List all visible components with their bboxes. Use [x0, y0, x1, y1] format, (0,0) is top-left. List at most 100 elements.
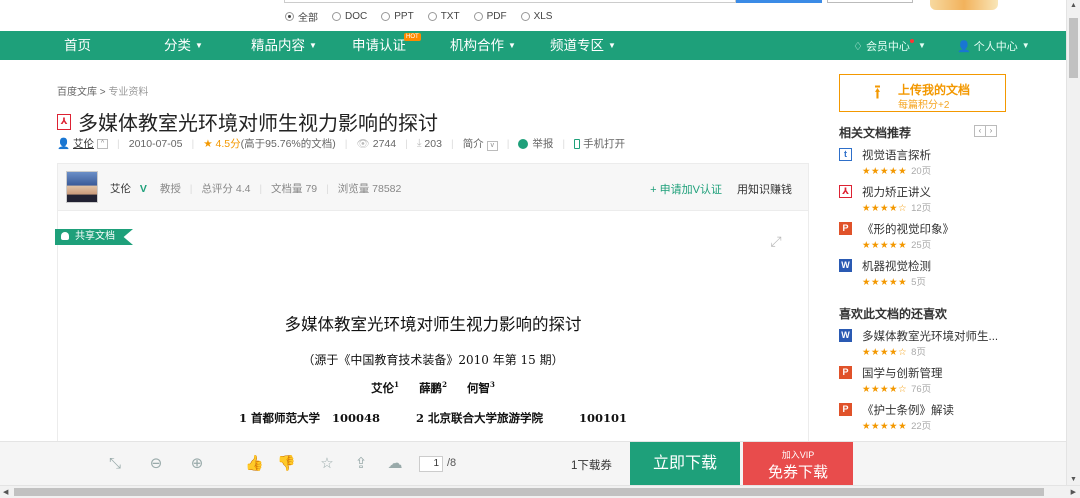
document-source: （源于《中国教育技术装备》2010 年第 15 期）: [302, 353, 564, 367]
nav-partner[interactable]: 机构合作 ▼: [450, 31, 516, 60]
scroll-right-icon[interactable]: ▶: [1071, 488, 1076, 496]
scroll-left-icon[interactable]: ◀: [3, 488, 8, 496]
upload-arrow-icon: ⭱: [874, 82, 881, 104]
breadcrumb-root[interactable]: 百度文库: [57, 87, 97, 98]
user-icon: [61, 232, 69, 240]
vertical-scrollbar[interactable]: ▲ ▼: [1066, 0, 1080, 485]
breadcrumb: 百度文库 > 专业资料: [57, 83, 148, 98]
also-like-heading: 喜欢此文档的还喜欢: [839, 307, 948, 321]
radio-icon[interactable]: [285, 12, 294, 21]
scroll-up-icon[interactable]: ▲: [1070, 2, 1077, 9]
filter-ppt[interactable]: PPT: [381, 9, 414, 24]
word-file-icon: W: [839, 259, 852, 272]
expand-up-icon[interactable]: ^: [97, 138, 108, 149]
verified-v-icon: V: [139, 183, 147, 195]
title-row: ⅄ 多媒体教室光环境对师生视力影响的探讨: [57, 107, 438, 136]
fullscreen-icon[interactable]: ⤢: [768, 233, 784, 249]
radio-icon[interactable]: [473, 12, 483, 21]
radio-icon[interactable]: [381, 12, 391, 21]
author-name[interactable]: 艾伦: [110, 183, 131, 195]
main-nav: 首页 分类 ▼ 精品内容 ▼ 申请认证 HOT 机构合作 ▼ 频道专区 ▼ ♢ 会员中心 ▼…: [0, 31, 1066, 60]
ppt-file-icon: P: [839, 403, 852, 416]
filter-all[interactable]: 全部: [285, 9, 318, 24]
avatar[interactable]: [66, 171, 98, 203]
user-icon: 👤: [957, 41, 971, 53]
page-number-input[interactable]: 1: [419, 456, 443, 472]
caret-down-icon: ▼: [917, 41, 926, 50]
horizontal-scroll-thumb[interactable]: [14, 488, 1044, 496]
intro-toggle[interactable]: 简介 v: [463, 136, 498, 151]
download-button[interactable]: 立即下载: [630, 442, 740, 486]
caret-down-icon: ▼: [195, 41, 203, 50]
rating-note: (高于95.76%的文档): [240, 138, 336, 150]
caret-down-icon: ▼: [608, 41, 616, 50]
vertical-scroll-thumb[interactable]: [1069, 18, 1078, 78]
vip-download-button[interactable]: 加入VIP 免券下载: [743, 442, 853, 486]
share-icon[interactable]: ⇪: [352, 455, 370, 473]
nav-member-center[interactable]: ♢ 会员中心 ▼: [853, 31, 926, 60]
breadcrumb-current[interactable]: 专业资料: [108, 87, 148, 98]
pdf-file-icon: ⅄: [57, 113, 71, 130]
document-content-title: 多媒体教室光环境对师生视力影响的探讨: [284, 315, 582, 334]
download-count: 203: [424, 137, 442, 150]
filter-txt[interactable]: TXT: [427, 9, 460, 24]
author-doc-count: 文档量 79: [271, 183, 318, 195]
page-total: /8: [447, 457, 457, 469]
radio-icon[interactable]: [332, 12, 341, 21]
star-favorite-icon[interactable]: ☆: [318, 455, 336, 473]
search-input[interactable]: [284, 0, 736, 3]
scroll-down-icon[interactable]: ▼: [1070, 476, 1077, 483]
report-link[interactable]: 举报: [532, 136, 553, 151]
nav-personal-center[interactable]: 👤 个人中心 ▼: [957, 31, 1030, 60]
horizontal-scrollbar[interactable]: ◀ ▶: [0, 485, 1080, 498]
next-page-icon[interactable]: ›: [985, 125, 997, 137]
radio-icon[interactable]: [427, 12, 437, 21]
document-affiliations: 1 首都师范大学 100048 2 北京联合大学旅游学院 100101: [238, 411, 628, 425]
shield-icon: [518, 138, 529, 149]
fit-screen-icon[interactable]: ⤡: [106, 455, 124, 473]
advanced-search-button[interactable]: [827, 0, 913, 3]
chevron-down-icon: v: [486, 141, 498, 151]
cloud-save-icon[interactable]: ☁: [386, 455, 404, 473]
pdf-file-icon: ⅄: [839, 185, 852, 198]
rating-score: 4.5分: [215, 138, 241, 150]
nav-certify[interactable]: 申请认证 HOT: [352, 31, 421, 60]
author-box: 艾伦 V 教授 | 总评分 4.4 | 文档量 79 | 浏览量 78582 +…: [57, 163, 809, 211]
zoom-out-icon[interactable]: ⊖: [147, 455, 165, 473]
filter-pdf[interactable]: PDF: [473, 9, 507, 24]
promo-banner[interactable]: [930, 0, 998, 10]
download-icon: ⤓: [416, 137, 422, 149]
breadcrumb-separator: >: [99, 87, 106, 98]
author-info: 艾伦 V 教授 | 总评分 4.4 | 文档量 79 | 浏览量 78582: [110, 183, 402, 195]
ppt-file-icon: P: [839, 366, 852, 379]
search-button[interactable]: [736, 0, 822, 3]
related-pager: ‹ ›: [974, 125, 997, 137]
nav-category[interactable]: 分类 ▼: [164, 31, 203, 60]
upload-date: 2010-07-05: [128, 137, 183, 150]
author-total-score: 总评分 4.4: [201, 183, 251, 195]
page: 全部 DOC PPT TXT PDF XLS 首页 分类 ▼ 精品内容 ▼ 申请认证…: [0, 0, 1080, 498]
author-view-count: 浏览量 78582: [337, 183, 402, 195]
search-bar: 全部 DOC PPT TXT PDF XLS: [0, 0, 1066, 31]
related-docs-heading: 相关文档推荐: [839, 126, 912, 140]
nav-featured[interactable]: 精品内容 ▼: [251, 31, 317, 60]
earn-link[interactable]: 用知识赚钱: [737, 181, 792, 197]
thumbs-down-icon[interactable]: 👎: [277, 455, 296, 473]
apply-v-link[interactable]: + 申请加V认证: [650, 181, 722, 197]
filter-doc[interactable]: DOC: [332, 9, 367, 24]
coupon-cost: 1下载券: [571, 460, 612, 472]
nav-home[interactable]: 首页: [64, 31, 91, 60]
view-count: 2744: [372, 137, 397, 150]
filter-xls[interactable]: XLS: [520, 9, 552, 24]
mobile-open-link[interactable]: 手机打开: [583, 136, 625, 151]
nav-channel[interactable]: 频道专区 ▼: [550, 31, 616, 60]
author-link[interactable]: 艾伦: [73, 136, 94, 151]
radio-icon[interactable]: [520, 12, 530, 21]
document-authors: 艾伦1 薛鹏2 何智3: [371, 380, 495, 395]
upload-document-button[interactable]: ⭱ 上传我的文档 每篇积分+2: [839, 74, 1006, 112]
thumbs-up-icon[interactable]: 👍: [245, 455, 264, 473]
author-icon: 👤: [57, 138, 71, 150]
notification-dot: [909, 39, 914, 43]
page-title: 多媒体教室光环境对师生视力影响的探讨: [78, 113, 438, 135]
zoom-in-icon[interactable]: ⊕: [188, 455, 206, 473]
